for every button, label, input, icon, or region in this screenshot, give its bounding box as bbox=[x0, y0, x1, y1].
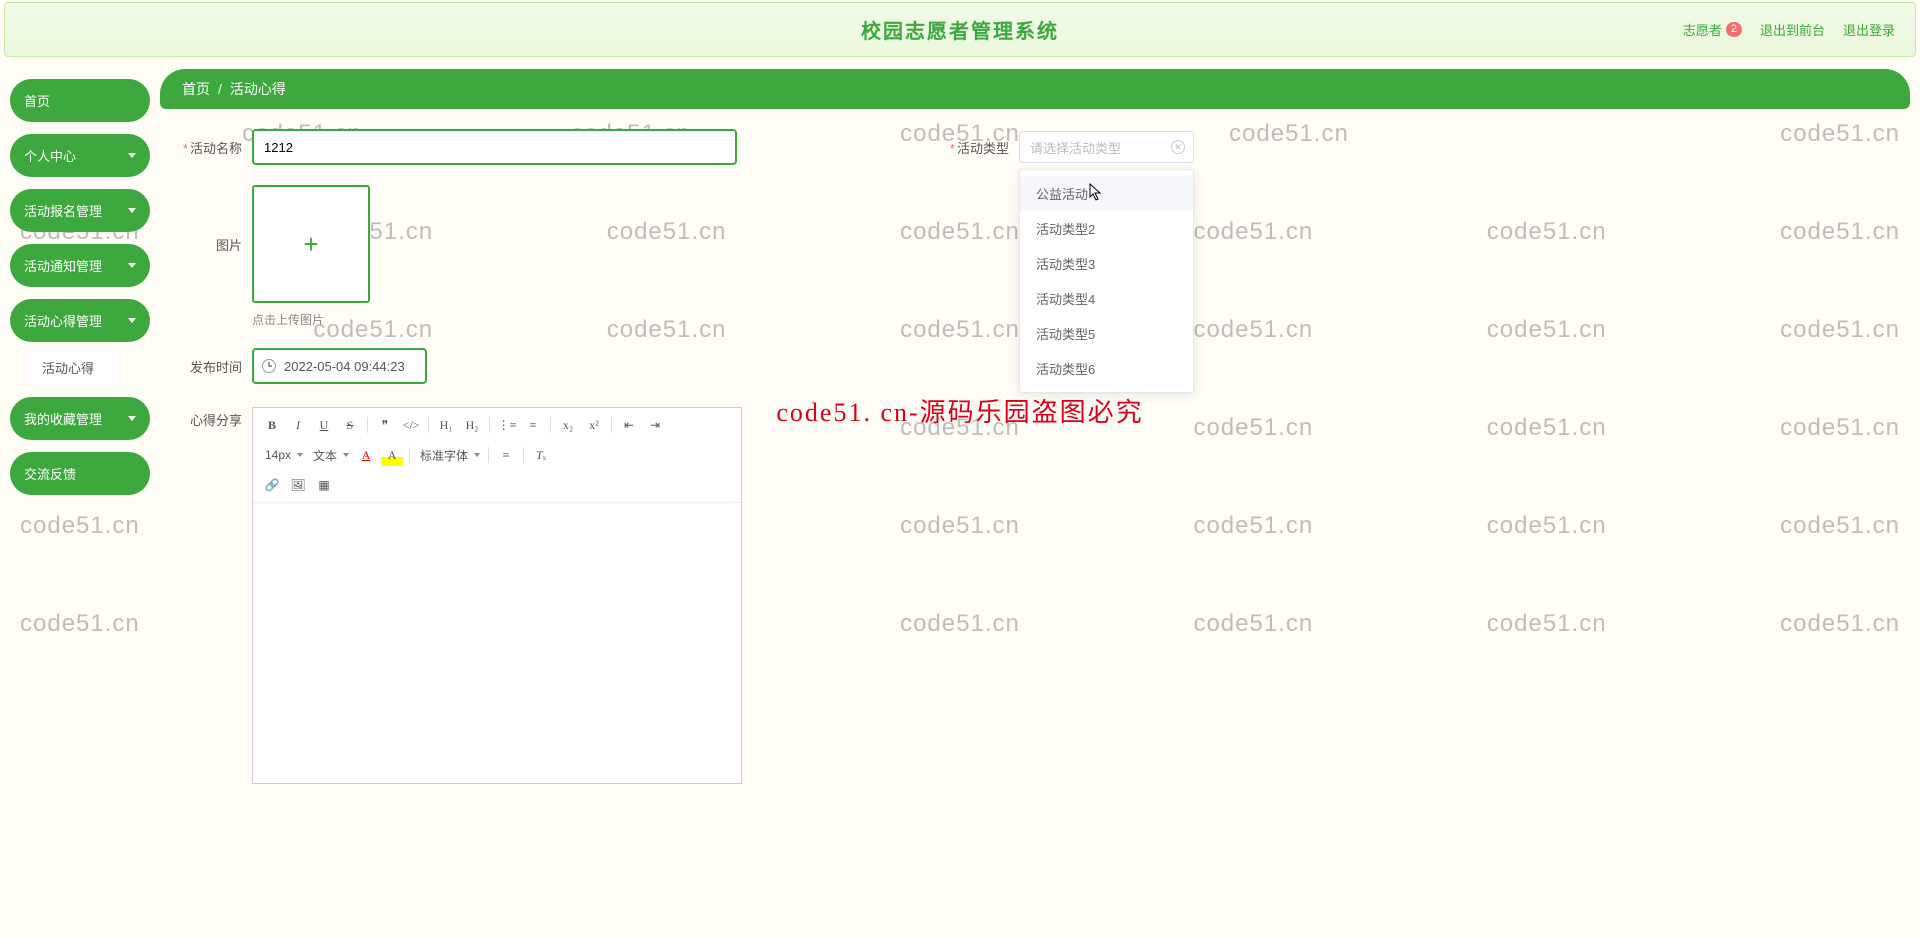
field-activity-type: 活动类型 请选择活动类型 ✕ 公益活动 活动类型2 活动类型3 活动类型4 活动… bbox=[937, 129, 1194, 165]
publish-time-input[interactable]: 2022-05-04 09:44:23 bbox=[252, 348, 427, 384]
video-icon[interactable]: ▦ bbox=[313, 474, 335, 496]
upload-box[interactable]: + bbox=[252, 185, 370, 303]
editor-toolbar: B I U S ❞ </> H₁ H₂ ⋮≡ ≡ x₂ bbox=[253, 408, 741, 503]
dropdown-option[interactable]: 活动类型3 bbox=[1020, 246, 1193, 281]
dropdown-option[interactable]: 活动类型5 bbox=[1020, 316, 1193, 351]
share-label: 心得分享 bbox=[170, 410, 242, 429]
quote-icon[interactable]: ❞ bbox=[374, 414, 396, 436]
goto-frontend-link[interactable]: 退出到前台 bbox=[1760, 20, 1825, 39]
dropdown-option[interactable]: 活动类型2 bbox=[1020, 211, 1193, 246]
user-badge: 2 bbox=[1726, 22, 1742, 37]
font-family-select[interactable]: 标准字体 bbox=[416, 445, 482, 466]
chevron-down-icon bbox=[128, 153, 136, 158]
subscript-icon[interactable]: x₂ bbox=[557, 414, 579, 436]
app-title: 校园志愿者管理系统 bbox=[861, 15, 1059, 44]
sidebar-sub-experience[interactable]: 活动心得 bbox=[28, 350, 118, 385]
code-icon[interactable]: </> bbox=[400, 414, 422, 436]
chevron-down-icon bbox=[128, 318, 136, 323]
breadcrumb: 首页 / 活动心得 bbox=[160, 69, 1910, 109]
main-content: 首页 / 活动心得 活动名称 活动类型 请选择活动类型 ✕ bbox=[160, 69, 1910, 925]
dropdown-option[interactable]: 活动类型4 bbox=[1020, 281, 1193, 316]
sidebar-item-signup-mgmt[interactable]: 活动报名管理 bbox=[10, 189, 150, 232]
sidebar-item-feedback[interactable]: 交流反馈 bbox=[10, 452, 150, 495]
select-placeholder: 请选择活动类型 bbox=[1030, 138, 1121, 157]
sidebar-item-notification-mgmt[interactable]: 活动通知管理 bbox=[10, 244, 150, 287]
activity-type-dropdown: 公益活动 活动类型2 活动类型3 活动类型4 活动类型5 活动类型6 bbox=[1019, 169, 1194, 393]
header-right: 志愿者 2 退出到前台 退出登录 bbox=[1683, 20, 1895, 39]
chevron-down-icon bbox=[128, 416, 136, 421]
publish-time-value: 2022-05-04 09:44:23 bbox=[284, 359, 405, 374]
breadcrumb-current: 活动心得 bbox=[230, 79, 286, 99]
font-size-select[interactable]: 14px bbox=[261, 446, 305, 464]
indent-increase-icon[interactable]: ⇥ bbox=[644, 414, 666, 436]
clear-format-icon[interactable]: Tₓ bbox=[530, 444, 552, 466]
font-color-icon[interactable]: A bbox=[355, 444, 377, 466]
sidebar-item-personal[interactable]: 个人中心 bbox=[10, 134, 150, 177]
align-icon[interactable]: ≡ bbox=[495, 444, 517, 466]
clear-icon[interactable]: ✕ bbox=[1171, 140, 1185, 154]
chevron-down-icon bbox=[128, 263, 136, 268]
image-label: 图片 bbox=[170, 235, 242, 254]
clock-icon bbox=[262, 359, 276, 373]
dropdown-option[interactable]: 公益活动 bbox=[1020, 176, 1193, 211]
chevron-down-icon bbox=[128, 208, 136, 213]
activity-name-label: 活动名称 bbox=[170, 138, 242, 157]
bg-color-icon[interactable]: A bbox=[381, 444, 403, 466]
italic-icon[interactable]: I bbox=[287, 414, 309, 436]
underline-icon[interactable]: U bbox=[313, 414, 335, 436]
indent-decrease-icon[interactable]: ⇤ bbox=[618, 414, 640, 436]
user-info[interactable]: 志愿者 2 bbox=[1683, 20, 1742, 39]
field-activity-name: 活动名称 bbox=[170, 129, 737, 165]
activity-type-select[interactable]: 请选择活动类型 ✕ bbox=[1019, 131, 1194, 163]
h2-icon[interactable]: H₂ bbox=[461, 414, 483, 436]
sidebar: 首页 个人中心 活动报名管理 活动通知管理 活动心得管理 活动心得 我的收藏管理… bbox=[10, 69, 150, 925]
bold-icon[interactable]: B bbox=[261, 414, 283, 436]
sidebar-item-favorites-mgmt[interactable]: 我的收藏管理 bbox=[10, 397, 150, 440]
sidebar-item-home[interactable]: 首页 bbox=[10, 79, 150, 122]
plus-icon: + bbox=[303, 229, 318, 260]
breadcrumb-root[interactable]: 首页 bbox=[182, 79, 210, 99]
list-ordered-icon[interactable]: ⋮≡ bbox=[496, 414, 518, 436]
image-icon[interactable]: 🖼 bbox=[287, 474, 309, 496]
font-type-select[interactable]: 文本 bbox=[309, 445, 351, 466]
form-area: 活动名称 活动类型 请选择活动类型 ✕ 公益活动 活动类型2 活动类型3 bbox=[160, 109, 1910, 804]
sidebar-item-experience-mgmt[interactable]: 活动心得管理 bbox=[10, 299, 150, 342]
editor-body[interactable] bbox=[253, 503, 741, 783]
user-role-label: 志愿者 bbox=[1683, 20, 1722, 39]
strikethrough-icon[interactable]: S bbox=[339, 414, 361, 436]
list-unordered-icon[interactable]: ≡ bbox=[522, 414, 544, 436]
h1-icon[interactable]: H₁ bbox=[435, 414, 457, 436]
rich-text-editor: B I U S ❞ </> H₁ H₂ ⋮≡ ≡ x₂ bbox=[252, 407, 742, 784]
publish-time-label: 发布时间 bbox=[170, 357, 242, 376]
app-header: 校园志愿者管理系统 志愿者 2 退出到前台 退出登录 bbox=[4, 2, 1916, 57]
activity-type-label: 活动类型 bbox=[937, 138, 1009, 157]
link-icon[interactable]: 🔗 bbox=[261, 474, 283, 496]
breadcrumb-separator: / bbox=[218, 81, 222, 97]
dropdown-option[interactable]: 活动类型6 bbox=[1020, 351, 1193, 386]
logout-link[interactable]: 退出登录 bbox=[1843, 20, 1895, 39]
activity-name-input[interactable] bbox=[252, 129, 737, 165]
superscript-icon[interactable]: x² bbox=[583, 414, 605, 436]
